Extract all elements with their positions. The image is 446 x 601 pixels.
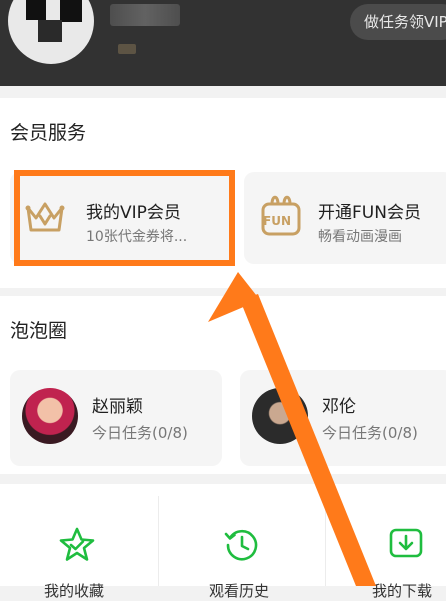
star-name: 赵丽颖 xyxy=(92,397,143,417)
fun-vip-subtitle: 畅看动画漫画 xyxy=(318,229,402,245)
avatar[interactable] xyxy=(8,0,94,64)
downloads-label: 我的下载 xyxy=(372,582,433,600)
user-level-badge xyxy=(118,44,136,54)
section-title-member-service: 会员服务 xyxy=(10,122,87,144)
shortcut-section: 我的收藏 观看历史 我的下载 xyxy=(0,484,446,600)
star-card[interactable]: 邓伦 今日任务(0/8) xyxy=(240,370,446,466)
username-blurred[interactable] xyxy=(110,4,180,26)
fun-vip-title: 开通FUN会员 xyxy=(318,203,421,223)
star-avatar xyxy=(252,388,308,444)
do-task-get-vip-button[interactable]: 做任务领VIP xyxy=(350,4,446,40)
star-icon xyxy=(59,527,95,561)
star-task: 今日任务(0/8) xyxy=(92,424,188,442)
downloads-shortcut[interactable]: 我的下载 xyxy=(326,484,446,600)
fun-icon-text: FUN xyxy=(263,214,291,228)
fun-vip-card[interactable]: FUN 开通FUN会员 畅看动画漫画 xyxy=(244,172,446,264)
history-shortcut[interactable]: 观看历史 xyxy=(159,484,325,600)
download-icon xyxy=(389,528,423,558)
history-label: 观看历史 xyxy=(209,582,270,600)
star-name: 邓伦 xyxy=(322,397,356,417)
star-avatar xyxy=(22,388,78,444)
highlight-box xyxy=(14,170,235,266)
favorites-label: 我的收藏 xyxy=(44,582,105,600)
star-card[interactable]: 赵丽颖 今日任务(0/8) xyxy=(10,370,222,466)
section-title-bubble-circle: 泡泡圈 xyxy=(10,320,68,342)
star-task: 今日任务(0/8) xyxy=(322,424,418,442)
bubble-circle-section: 泡泡圈 赵丽颖 今日任务(0/8) 邓伦 今日任务(0/8) xyxy=(0,296,446,474)
favorites-shortcut[interactable]: 我的收藏 xyxy=(0,484,158,600)
profile-header: 做任务领VIP xyxy=(0,0,446,86)
history-clock-icon xyxy=(224,529,258,561)
